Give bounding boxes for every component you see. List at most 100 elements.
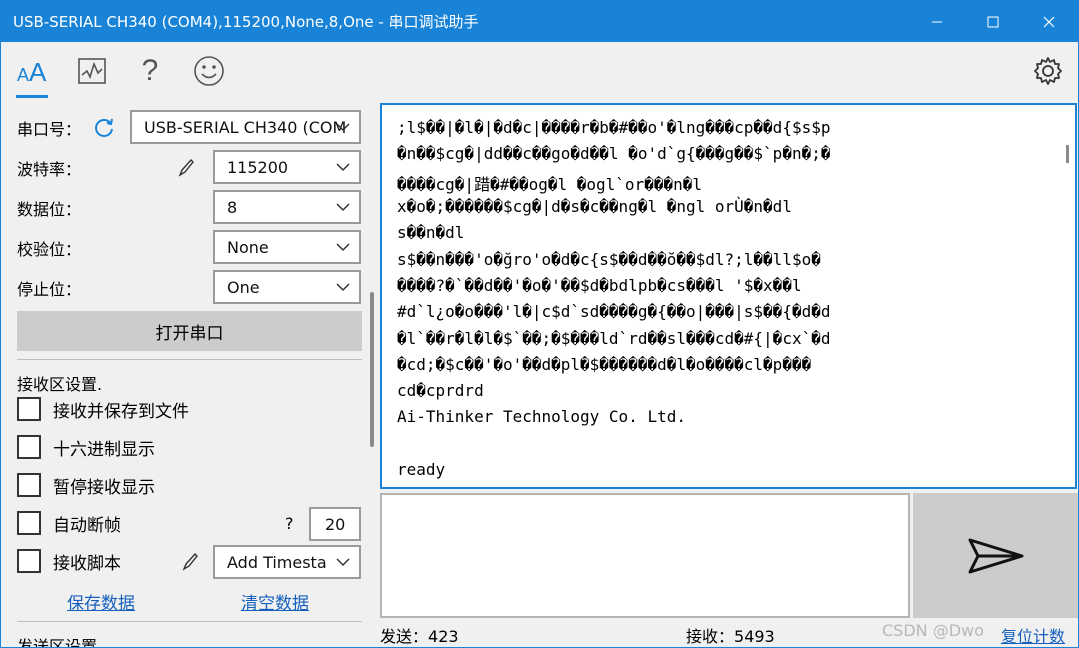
- port-select[interactable]: USB-SERIAL CH340 (COM: [130, 110, 361, 144]
- divider: [17, 621, 362, 622]
- active-tab-indicator: [16, 95, 48, 98]
- title-bar: USB-SERIAL CH340 (COM4),115200,None,8,On…: [1, 1, 1078, 42]
- window-title: USB-SERIAL CH340 (COM4),115200,None,8,On…: [13, 13, 479, 31]
- receive-line: �l`��r�l�l�$`��;�$���ld`rd��sl���cd�#{|�…: [397, 329, 831, 348]
- receive-line: ����?�`��d��'�o�'��$d�bdlpb�cs���l '$�x�…: [397, 276, 802, 295]
- help-icon[interactable]: ?: [133, 54, 167, 88]
- databits-label: 数据位：: [17, 200, 82, 219]
- parity-select-value: None: [227, 237, 269, 257]
- auto-break-timeout-input[interactable]: 20: [309, 507, 361, 541]
- maximize-button[interactable]: [965, 1, 1021, 42]
- baud-label: 波特率：: [17, 160, 82, 179]
- baud-select-value: 115200: [227, 157, 289, 177]
- close-icon: [1043, 16, 1055, 27]
- receive-line: cd�cprdrd: [397, 381, 484, 400]
- maximize-icon: [987, 16, 999, 27]
- port-select-value: USB-SERIAL CH340 (COM: [144, 117, 347, 137]
- chevron-down-icon: [336, 203, 350, 212]
- stopbits-row: 停止位：: [17, 272, 81, 304]
- smiley-icon[interactable]: [192, 54, 226, 88]
- gear-icon[interactable]: [1031, 54, 1065, 88]
- receive-textarea[interactable]: ;l$��|�l�|�d�c|����r�b�#��o'�lng���cp��d…: [380, 103, 1077, 489]
- databits-select[interactable]: 8: [213, 190, 361, 224]
- settings-panel: 串口号： USB-SERIAL CH340 (COM 波特率： 115200 数…: [1, 102, 374, 648]
- pause-display-option[interactable]: 暂停接收显示: [17, 472, 155, 498]
- app-window: USB-SERIAL CH340 (COM4),115200,None,8,On…: [0, 0, 1079, 648]
- sent-label: 发送：: [380, 627, 429, 646]
- receive-line: #d`l¿o�o���'l�|c$d`sd����g�{��o|���|s$��…: [397, 302, 831, 321]
- save-to-file-checkbox[interactable]: [17, 397, 41, 421]
- hex-display-checkbox[interactable]: [17, 435, 41, 459]
- received-value: 5493: [734, 627, 775, 646]
- stopbits-select[interactable]: One: [213, 270, 361, 304]
- edit-script-icon[interactable]: [181, 552, 201, 576]
- pause-display-checkbox[interactable]: [17, 473, 41, 497]
- hex-display-option[interactable]: 十六进制显示: [17, 434, 155, 460]
- minimize-button[interactable]: [909, 1, 965, 42]
- receive-settings-title: 接收区设置.: [17, 375, 103, 394]
- parity-select[interactable]: None: [213, 230, 361, 264]
- databits-row: 数据位：: [17, 192, 81, 224]
- chevron-down-icon: [336, 243, 350, 252]
- receive-line: ;l$��|�l�|�d�c|����r�b�#��o'�lng���cp��d…: [397, 118, 831, 137]
- baud-select[interactable]: 115200: [213, 150, 361, 184]
- help-glyph: ?: [141, 54, 159, 87]
- chevron-down-icon: [336, 163, 350, 172]
- receive-script-option[interactable]: 接收脚本: [17, 548, 121, 574]
- divider: [17, 359, 362, 360]
- send-textarea[interactable]: [380, 493, 910, 618]
- receive-script-checkbox[interactable]: [17, 549, 41, 573]
- receive-line: Ai-Thinker Technology Co. Ltd.: [397, 407, 686, 426]
- receive-scrollbar[interactable]: [1066, 145, 1069, 163]
- baud-row: 波特率：: [17, 152, 81, 184]
- sent-value: 423: [428, 627, 459, 646]
- settings-scrollbar[interactable]: [370, 292, 374, 447]
- port-label: 串口号：: [17, 120, 82, 139]
- open-port-button[interactable]: 打开串口: [17, 311, 362, 351]
- databits-select-value: 8: [227, 197, 238, 217]
- parity-label: 校验位：: [17, 240, 82, 259]
- receive-line: s��n�dl: [397, 223, 465, 242]
- received-label: 接收：: [686, 627, 735, 646]
- svg-text:A: A: [17, 65, 29, 85]
- chevron-down-icon: [336, 558, 350, 567]
- receive-line: ����cg�|踖�#��og�l �ogl`or���n�l: [397, 175, 702, 194]
- receive-script-label: 接收脚本: [53, 553, 121, 574]
- reset-count-link[interactable]: 复位计数: [1001, 623, 1065, 647]
- port-row: 串口号：: [17, 112, 81, 144]
- svg-text:A: A: [29, 57, 47, 85]
- auto-break-option[interactable]: 自动断帧: [17, 510, 121, 536]
- send-icon: [968, 538, 1023, 573]
- receive-line: ready: [397, 460, 446, 479]
- clear-data-link[interactable]: 清空数据: [241, 589, 309, 614]
- toolbar: AA ?: [1, 42, 1078, 102]
- script-select[interactable]: Add Timesta: [213, 545, 361, 579]
- receive-line: x�o�;������$cg�|d�s�c��ng�l �ngl orÙ�n�d…: [397, 197, 792, 216]
- auto-break-label: 自动断帧: [53, 515, 121, 536]
- received-count: 接收：5493: [686, 623, 775, 647]
- receive-line: s$��n���'o�ğro'o�d�c{s$��d��ŏ��$dl?;l��l…: [397, 250, 821, 269]
- hex-display-label: 十六进制显示: [53, 439, 155, 460]
- watermark: CSDN @Dwo: [882, 621, 984, 640]
- receive-line: �n��$cg�|dd��c��go�d��l �o'd`g{���g��$`p…: [397, 144, 831, 163]
- chevron-down-icon: [336, 283, 350, 292]
- parity-row: 校验位：: [17, 232, 81, 264]
- receive-line: �cd;�$c��'�o'��d�pl�$������d�l�o����cl�p…: [397, 355, 812, 374]
- save-to-file-label: 接收并保存到文件: [53, 401, 189, 422]
- save-to-file-option[interactable]: 接收并保存到文件: [17, 396, 189, 422]
- script-select-value: Add Timesta: [227, 552, 327, 572]
- send-button[interactable]: [913, 493, 1078, 618]
- auto-break-checkbox[interactable]: [17, 511, 41, 535]
- minimize-icon: [932, 21, 942, 22]
- edit-icon[interactable]: [177, 158, 197, 182]
- send-settings-title: 发送区设置: [17, 637, 98, 648]
- chart-icon[interactable]: [75, 54, 109, 88]
- chevron-down-icon: [336, 123, 350, 132]
- font-icon[interactable]: AA: [15, 54, 49, 88]
- close-button[interactable]: [1021, 1, 1077, 42]
- save-data-link[interactable]: 保存数据: [67, 589, 135, 614]
- sent-count: 发送：423: [380, 623, 459, 647]
- refresh-icon[interactable]: [93, 116, 115, 142]
- stopbits-label: 停止位：: [17, 280, 82, 299]
- auto-break-help-icon[interactable]: ?: [285, 514, 294, 533]
